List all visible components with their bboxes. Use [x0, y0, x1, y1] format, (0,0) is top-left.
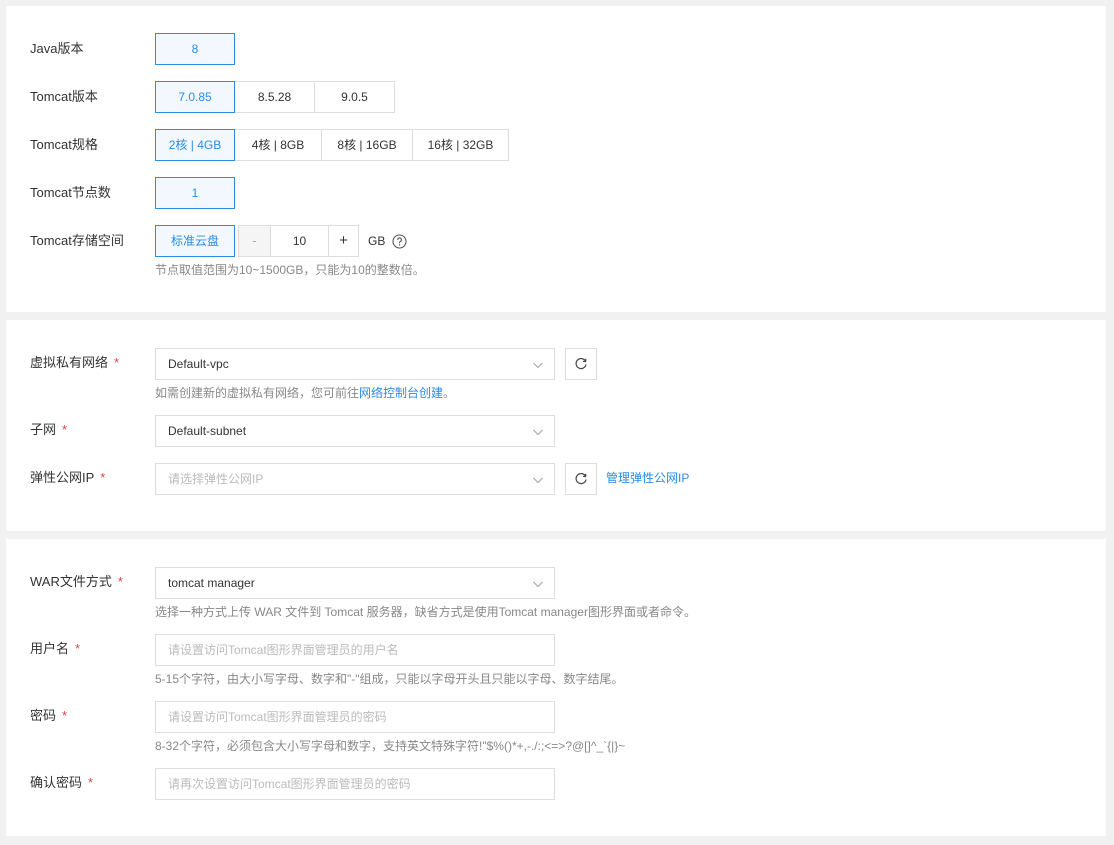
required-mark: *	[62, 708, 68, 723]
tomcat-version-label: Tomcat版本	[30, 89, 98, 104]
tomcat-version-selector: 7.0.85 8.5.28 9.0.5	[155, 81, 395, 113]
username-input[interactable]	[155, 634, 555, 666]
eip-label: 弹性公网IP *	[30, 470, 106, 485]
password-label: 密码 *	[30, 708, 68, 723]
chevron-down-icon	[533, 429, 543, 436]
chevron-down-icon	[533, 477, 543, 484]
vpc-refresh-button[interactable]	[565, 348, 597, 380]
confirm-password-label: 确认密码 *	[30, 775, 94, 790]
tomcat-spec-label: Tomcat规格	[30, 137, 98, 152]
question-circle-icon[interactable]	[392, 234, 407, 249]
password-input[interactable]	[155, 701, 555, 733]
node-count-selector: 1	[155, 177, 235, 209]
tomcat-spec-option[interactable]: 2核 | 4GB	[155, 129, 235, 161]
war-method-select[interactable]: tomcat manager	[155, 567, 555, 599]
subnet-label: 子网 *	[30, 422, 68, 437]
confirm-password-input[interactable]	[155, 768, 555, 800]
storage-label: Tomcat存储空间	[30, 233, 124, 248]
network-panel: 虚拟私有网络 * Default-vpc 如需创建新的虚拟私有网络，您可前往网络控…	[6, 320, 1106, 531]
required-mark: *	[75, 641, 81, 656]
tomcat-version-option[interactable]: 7.0.85	[155, 81, 235, 113]
subnet-select-value: Default-subnet	[168, 424, 247, 438]
eip-select[interactable]: 请选择弹性公网IP	[155, 463, 555, 495]
eip-refresh-button[interactable]	[565, 463, 597, 495]
tomcat-version-option[interactable]: 8.5.28	[234, 81, 315, 113]
required-mark: *	[88, 775, 94, 790]
vpc-select[interactable]: Default-vpc	[155, 348, 555, 380]
storage-unit: GB	[368, 234, 386, 248]
required-mark: *	[100, 470, 106, 485]
tomcat-spec-option[interactable]: 16核 | 32GB	[412, 129, 509, 161]
tomcat-spec-option[interactable]: 4核 | 8GB	[234, 129, 322, 161]
required-mark: *	[62, 422, 68, 437]
username-hint: 5-15个字符，由大小写字母、数字和"-"组成，只能以字母开头且只能以字母、数字…	[155, 672, 624, 686]
war-method-hint: 选择一种方式上传 WAR 文件到 Tomcat 服务器，缺省方式是使用Tomca…	[155, 605, 696, 619]
required-mark: *	[117, 574, 123, 589]
node-count-label: Tomcat节点数	[30, 185, 111, 200]
java-version-option-8[interactable]: 8	[155, 33, 235, 65]
disk-type-option[interactable]: 标准云盘	[155, 225, 235, 257]
eip-select-placeholder: 请选择弹性公网IP	[168, 472, 264, 486]
storage-hint: 节点取值范围为10~1500GB，只能为10的整数倍。	[155, 263, 425, 277]
node-count-option-1[interactable]: 1	[155, 177, 235, 209]
war-method-label: WAR文件方式 *	[30, 574, 123, 589]
tomcat-spec-option[interactable]: 8核 | 16GB	[321, 129, 413, 161]
vpc-hint: 如需创建新的虚拟私有网络，您可前往网络控制台创建。	[155, 386, 456, 400]
java-version-selector: 8	[155, 33, 235, 65]
username-label: 用户名 *	[30, 641, 81, 656]
required-mark: *	[114, 355, 120, 370]
runtime-config-panel: Java版本 8 Tomcat版本 7.0.85 8.5.28 9.0.5 To…	[6, 6, 1106, 312]
deploy-panel: WAR文件方式 * tomcat manager 选择一种方式上传 WAR 文件到…	[6, 539, 1106, 836]
network-console-link[interactable]: 网络控制台创建	[359, 386, 443, 400]
refresh-icon	[575, 472, 587, 485]
tomcat-version-option[interactable]: 9.0.5	[314, 81, 395, 113]
vpc-label: 虚拟私有网络 *	[30, 355, 120, 370]
storage-stepper: - 10 +	[238, 225, 359, 257]
storage-increment-button[interactable]: +	[328, 225, 359, 257]
war-method-value: tomcat manager	[168, 576, 255, 590]
subnet-select[interactable]: Default-subnet	[155, 415, 555, 447]
password-hint: 8-32个字符，必须包含大小写字母和数字，支持英文特殊字符!"$%()*+,-.…	[155, 739, 626, 753]
vpc-select-value: Default-vpc	[168, 357, 229, 371]
refresh-icon	[575, 357, 587, 370]
java-version-label: Java版本	[30, 41, 84, 56]
disk-type-selector: 标准云盘	[155, 225, 235, 257]
chevron-down-icon	[533, 581, 543, 588]
storage-size-input[interactable]: 10	[271, 225, 328, 257]
chevron-down-icon	[533, 362, 543, 369]
manage-eip-link[interactable]: 管理弹性公网IP	[606, 471, 689, 485]
storage-decrement-button[interactable]: -	[238, 225, 271, 257]
tomcat-spec-selector: 2核 | 4GB 4核 | 8GB 8核 | 16GB 16核 | 32GB	[155, 129, 509, 161]
